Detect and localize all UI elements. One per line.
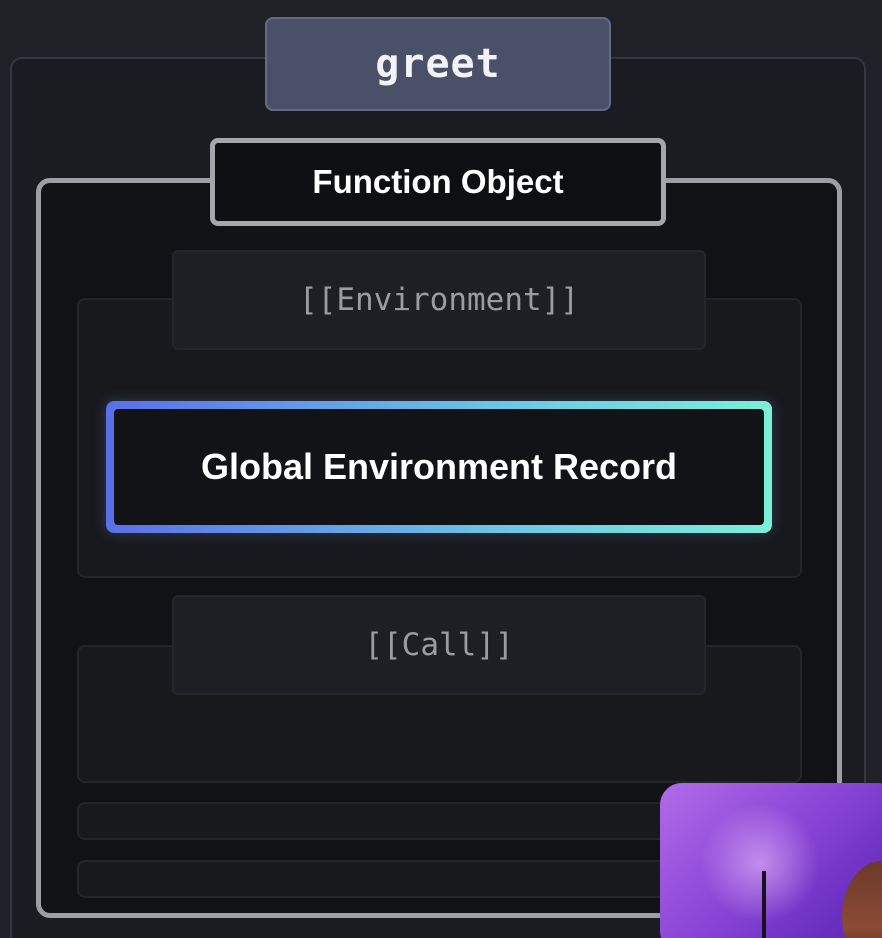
webcam-presenter [842, 861, 882, 938]
variable-name-label: greet [375, 41, 501, 87]
global-environment-record-inner: Global Environment Record [114, 409, 764, 525]
webcam-overlay [660, 783, 882, 938]
webcam-light-glow [700, 803, 820, 923]
call-slot-tab: [[Call]] [172, 595, 706, 695]
environment-slot-tab: [[Environment]] [172, 250, 706, 350]
diagram-canvas: greet Function Object [[Environment]] Gl… [0, 0, 882, 938]
environment-slot-label: [[Environment]] [299, 282, 579, 318]
call-slot-label: [[Call]] [364, 627, 514, 663]
function-object-title: Function Object [312, 163, 564, 200]
variable-name-box: greet [265, 17, 611, 111]
global-environment-record-box: Global Environment Record [106, 401, 772, 533]
function-object-title-box: Function Object [210, 138, 666, 226]
webcam-stand [762, 871, 766, 938]
global-environment-record-label: Global Environment Record [200, 446, 678, 487]
